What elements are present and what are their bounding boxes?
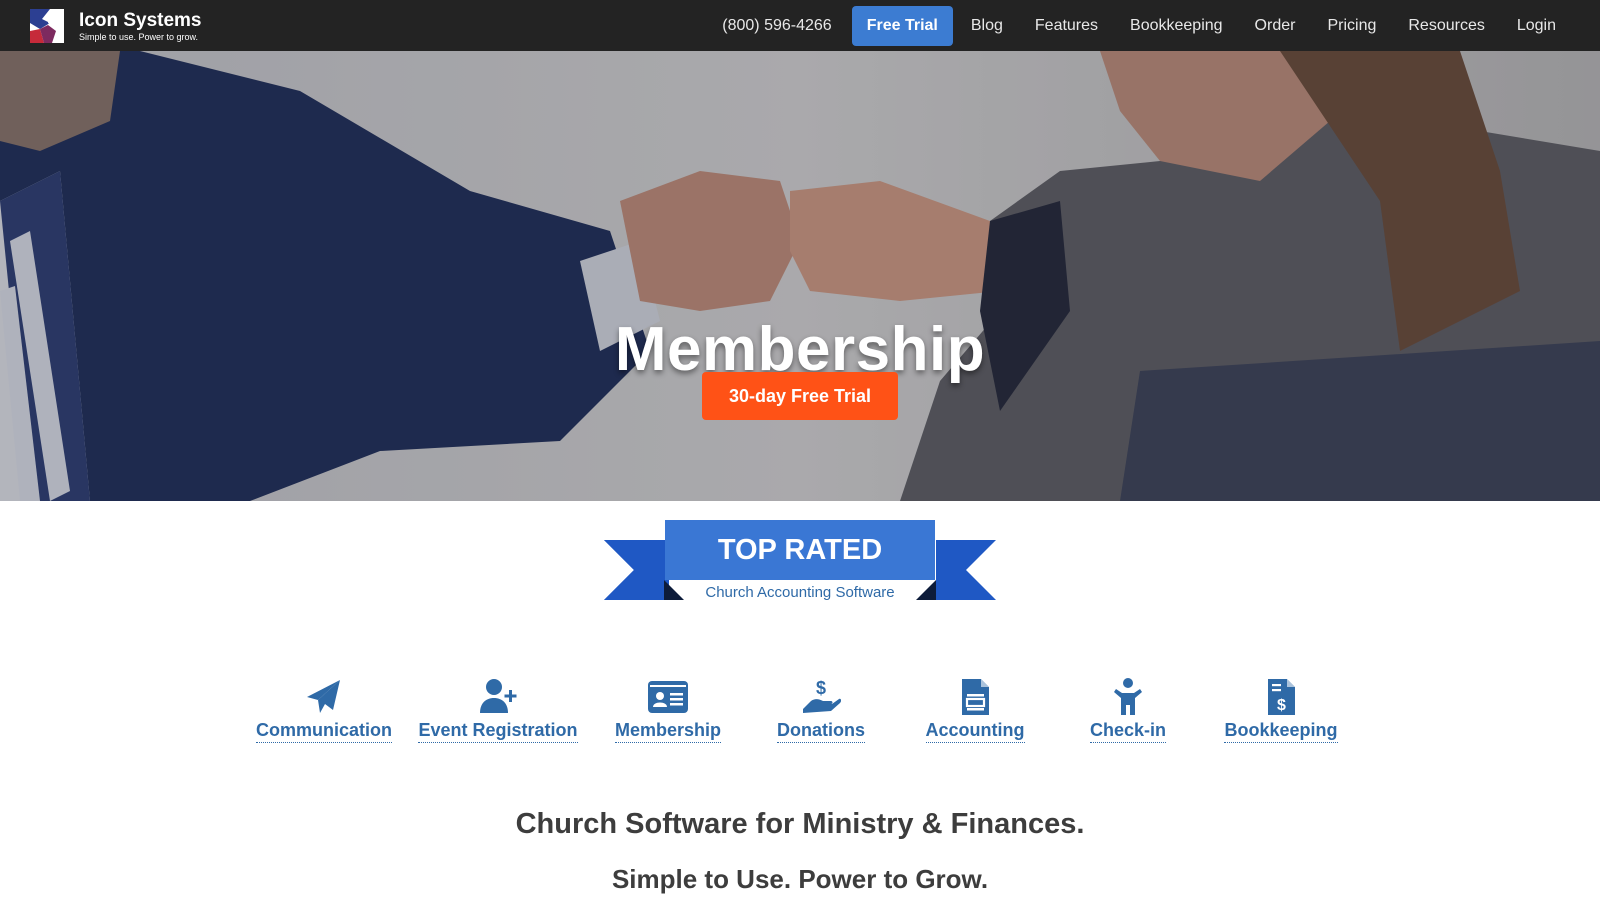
ribbon-subtitle: Church Accounting Software	[685, 580, 915, 604]
nav-item-resources[interactable]: Resources	[1392, 0, 1500, 51]
svg-text:$: $	[816, 678, 826, 698]
feature-label: Accounting	[925, 720, 1025, 743]
main-heading: Church Software for Ministry & Finances.	[515, 808, 1085, 840]
hero-free-trial-button[interactable]: 30-day Free Trial	[702, 372, 898, 420]
hero-overlay	[0, 51, 1600, 501]
nav-free-trial-button[interactable]: Free Trial	[851, 5, 953, 46]
feature-label: Communication	[255, 720, 392, 743]
sub-heading: Simple to Use. Power to Grow.	[611, 864, 989, 894]
id-card-icon	[648, 681, 688, 713]
nav-item-pricing[interactable]: Pricing	[1311, 0, 1392, 51]
feature-event-registration[interactable]: Event Registration	[408, 677, 588, 743]
paper-plane-icon	[307, 680, 340, 713]
top-navigation-bar: Icon Systems Simple to use. Power to gro…	[0, 0, 1600, 51]
nav-item-features[interactable]: Features	[1019, 0, 1114, 51]
invoice-dollar-icon: $	[1268, 679, 1295, 715]
ribbon-title: TOP RATED	[665, 520, 935, 580]
feature-donations[interactable]: $ Donations	[731, 677, 911, 743]
feature-label: Bookkeeping	[1224, 720, 1338, 743]
child-icon	[1114, 678, 1142, 715]
svg-text:$: $	[1277, 697, 1286, 714]
nav-item-order[interactable]: Order	[1239, 0, 1312, 51]
nav-item-bookkeeping[interactable]: Bookkeeping	[1114, 0, 1239, 51]
feature-links: Communication Event Registration Members…	[0, 677, 1600, 757]
brand-logo-link[interactable]: Icon Systems Simple to use. Power to gro…	[30, 9, 202, 43]
feature-label: Event Registration	[418, 720, 578, 743]
icon-systems-logo-icon	[30, 9, 64, 43]
top-rated-ribbon: TOP RATED Church Accounting Software	[604, 520, 996, 604]
hero-banner: Membership 30-day Free Trial	[0, 51, 1600, 501]
phone-link[interactable]: (800) 596-4266	[706, 0, 847, 51]
feature-label: Membership	[614, 720, 722, 743]
document-icon	[962, 679, 989, 715]
main-nav: (800) 596-4266 Free Trial Blog Features …	[706, 0, 1572, 51]
hand-dollar-icon: $	[803, 678, 841, 713]
feature-label: Donations	[777, 720, 865, 743]
feature-bookkeeping[interactable]: $ Bookkeeping	[1191, 677, 1371, 743]
brand-name: Icon Systems	[79, 9, 202, 31]
brand-tagline: Simple to use. Power to grow.	[79, 31, 199, 42]
nav-item-blog[interactable]: Blog	[955, 0, 1019, 51]
user-plus-icon	[480, 679, 517, 713]
feature-label: Check-in	[1089, 720, 1167, 743]
feature-communication[interactable]: Communication	[234, 677, 414, 743]
nav-item-login[interactable]: Login	[1501, 0, 1572, 51]
